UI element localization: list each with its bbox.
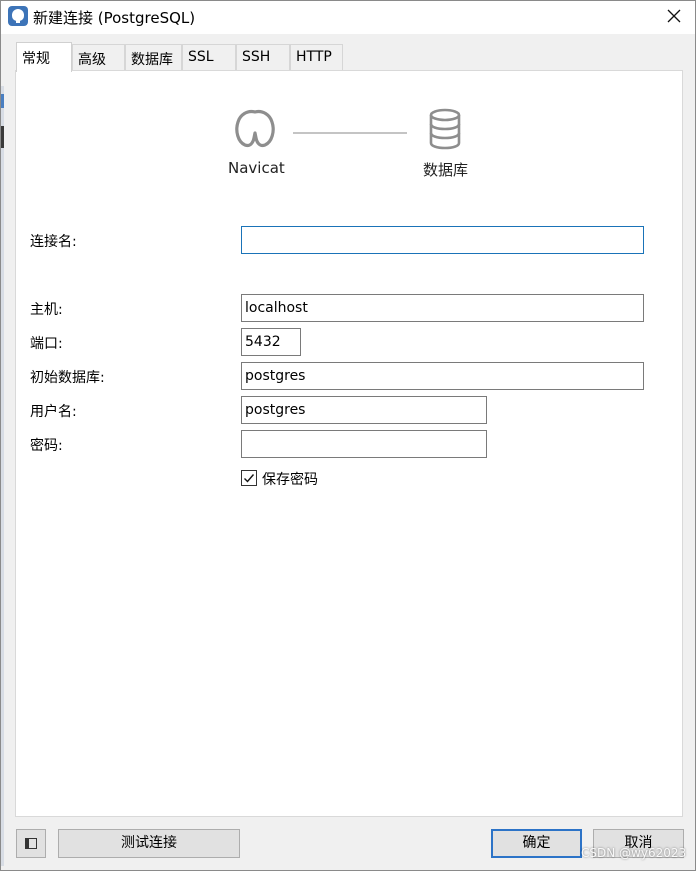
tab-http[interactable]: HTTP <box>290 44 343 71</box>
database-caption: 数据库 <box>423 161 469 179</box>
checkmark-icon <box>244 474 255 483</box>
ok-button[interactable]: 确定 <box>491 829 582 858</box>
panel-toggle-button[interactable] <box>16 829 46 858</box>
port-label: 端口: <box>30 336 63 352</box>
tab-general[interactable]: 常规 <box>16 42 72 72</box>
database-icon <box>428 108 462 154</box>
username-label: 用户名: <box>30 404 77 420</box>
window-title: 新建连接 (PostgreSQL) <box>33 9 196 27</box>
postgresql-elephant-icon <box>8 6 28 26</box>
save-password-checkbox[interactable] <box>241 470 257 486</box>
connection-line <box>293 132 407 134</box>
sidebar-panel-icon <box>25 838 37 849</box>
test-connection-button[interactable]: 测试连接 <box>58 829 240 858</box>
close-icon[interactable] <box>662 4 686 28</box>
title-bar: 新建连接 (PostgreSQL) <box>0 0 696 34</box>
navicat-logo-icon <box>233 106 277 156</box>
tab-ssh[interactable]: SSH <box>236 44 290 71</box>
csdn-watermark: CSDN @wy62023 <box>581 846 687 860</box>
host-input[interactable]: localhost <box>241 294 644 322</box>
tab-advanced[interactable]: 高级 <box>72 44 125 71</box>
save-password-label[interactable]: 保存密码 <box>262 469 318 489</box>
navicat-caption: Navicat <box>228 159 285 177</box>
tab-databases[interactable]: 数据库 <box>125 44 182 71</box>
port-input[interactable]: 5432 <box>241 328 301 356</box>
background-window-strip <box>0 86 4 866</box>
initial-database-input[interactable]: postgres <box>241 362 644 390</box>
host-label: 主机: <box>30 302 63 318</box>
tab-ssl[interactable]: SSL <box>182 44 236 71</box>
password-input[interactable] <box>241 430 487 458</box>
connection-name-input[interactable] <box>241 226 644 254</box>
initial-database-label: 初始数据库: <box>30 370 105 386</box>
username-input[interactable]: postgres <box>241 396 487 424</box>
password-label: 密码: <box>30 438 63 454</box>
connection-name-label: 连接名: <box>30 234 77 250</box>
